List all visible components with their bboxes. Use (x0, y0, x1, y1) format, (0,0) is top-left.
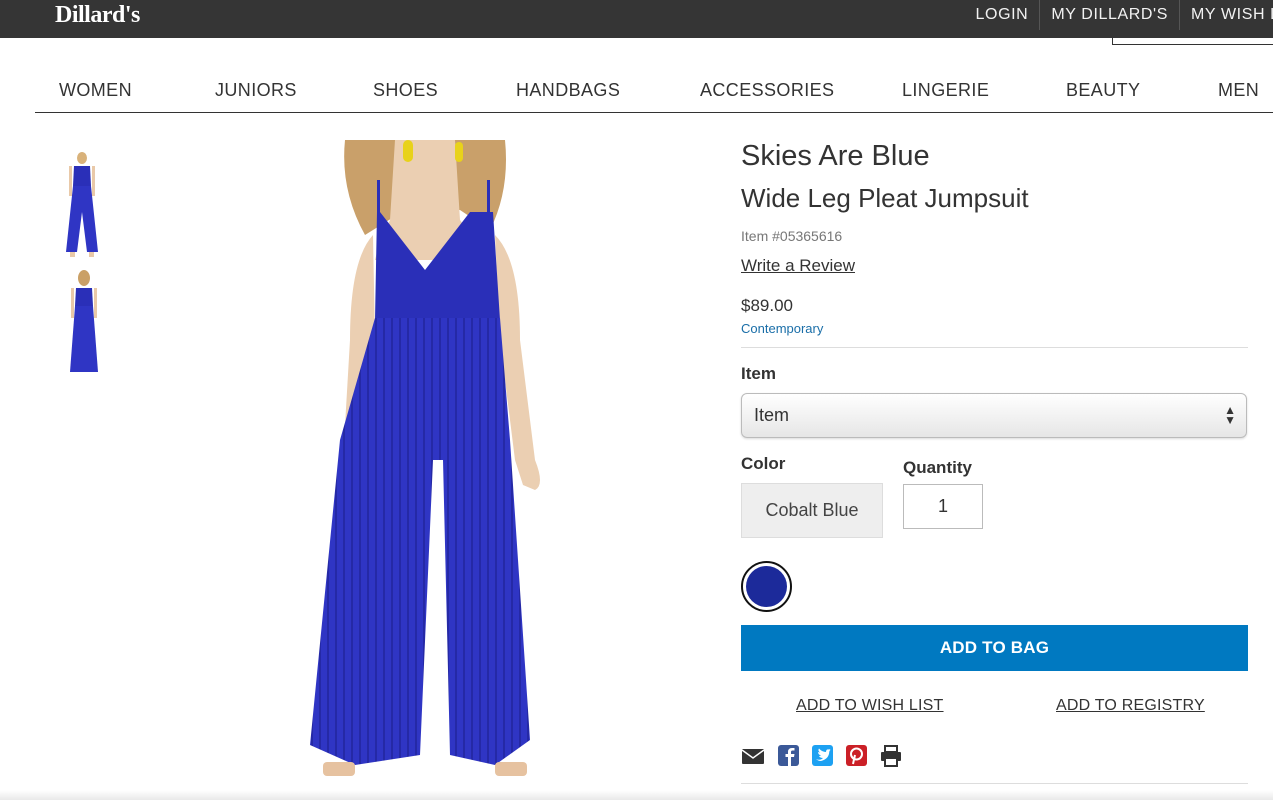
write-review-link[interactable]: Write a Review (741, 256, 855, 276)
dillards-logo[interactable]: Dillard's (55, 2, 140, 29)
header-dropdown-edge (1112, 37, 1273, 45)
print-icon[interactable] (879, 745, 903, 767)
main-product-image[interactable] (295, 140, 575, 800)
add-to-wish-list-link[interactable]: ADD TO WISH LIST (796, 697, 944, 715)
nav-item-men[interactable]: MEN (1218, 80, 1259, 101)
product-brand: Skies Are Blue (741, 140, 930, 172)
color-swatch-cobalt-blue[interactable] (741, 561, 792, 612)
nav-item-handbags[interactable]: HANDBAGS (516, 80, 620, 101)
category-link[interactable]: Contemporary (741, 321, 823, 336)
nav-item-lingerie[interactable]: LINGERIE (902, 80, 989, 101)
my-dillards-link[interactable]: MY DILLARD'S (1039, 0, 1179, 30)
add-to-bag-button[interactable]: ADD TO BAG (741, 625, 1248, 671)
account-links: LOGIN MY DILLARD'S MY WISH LI (965, 0, 1273, 30)
thumbnail-front[interactable] (58, 152, 108, 260)
facebook-icon[interactable] (777, 745, 801, 767)
product-name: Wide Leg Pleat Jumpsuit (741, 183, 1029, 213)
nav-item-women[interactable]: WOMEN (59, 80, 132, 101)
twitter-icon[interactable] (811, 745, 835, 767)
swatch-fill (746, 566, 787, 607)
quantity-label: Quantity (903, 458, 972, 477)
item-number: Item #05365616 (741, 228, 843, 244)
nav-item-shoes[interactable]: SHOES (373, 80, 438, 101)
my-wish-list-link[interactable]: MY WISH LI (1179, 0, 1273, 30)
pinterest-icon[interactable] (845, 745, 869, 767)
nav-item-beauty[interactable]: BEAUTY (1066, 80, 1140, 101)
item-select-value: Item (754, 405, 790, 425)
add-to-registry-link[interactable]: ADD TO REGISTRY (1056, 697, 1205, 715)
email-icon[interactable] (741, 745, 765, 767)
color-label: Color (741, 454, 786, 473)
nav-item-juniors[interactable]: JUNIORS (215, 80, 297, 101)
divider (741, 347, 1248, 348)
divider (741, 783, 1248, 784)
main-nav: WOMEN JUNIORS SHOES HANDBAGS ACCESSORIES… (35, 74, 1273, 113)
page-edge (0, 790, 1273, 800)
color-value-box: Cobalt Blue (741, 483, 883, 538)
nav-item-accessories[interactable]: ACCESSORIES (700, 80, 834, 101)
item-select[interactable]: Item ▲ ▼ (741, 393, 1247, 438)
top-bar: Dillard's LOGIN MY DILLARD'S MY WISH LI (0, 0, 1273, 38)
item-label: Item (741, 364, 776, 383)
thumbnail-back[interactable] (62, 270, 112, 378)
product-price: $89.00 (741, 296, 793, 315)
select-arrows-icon: ▲ ▼ (1224, 403, 1236, 427)
quantity-input[interactable]: 1 (903, 484, 983, 529)
login-link[interactable]: LOGIN (965, 0, 1040, 30)
